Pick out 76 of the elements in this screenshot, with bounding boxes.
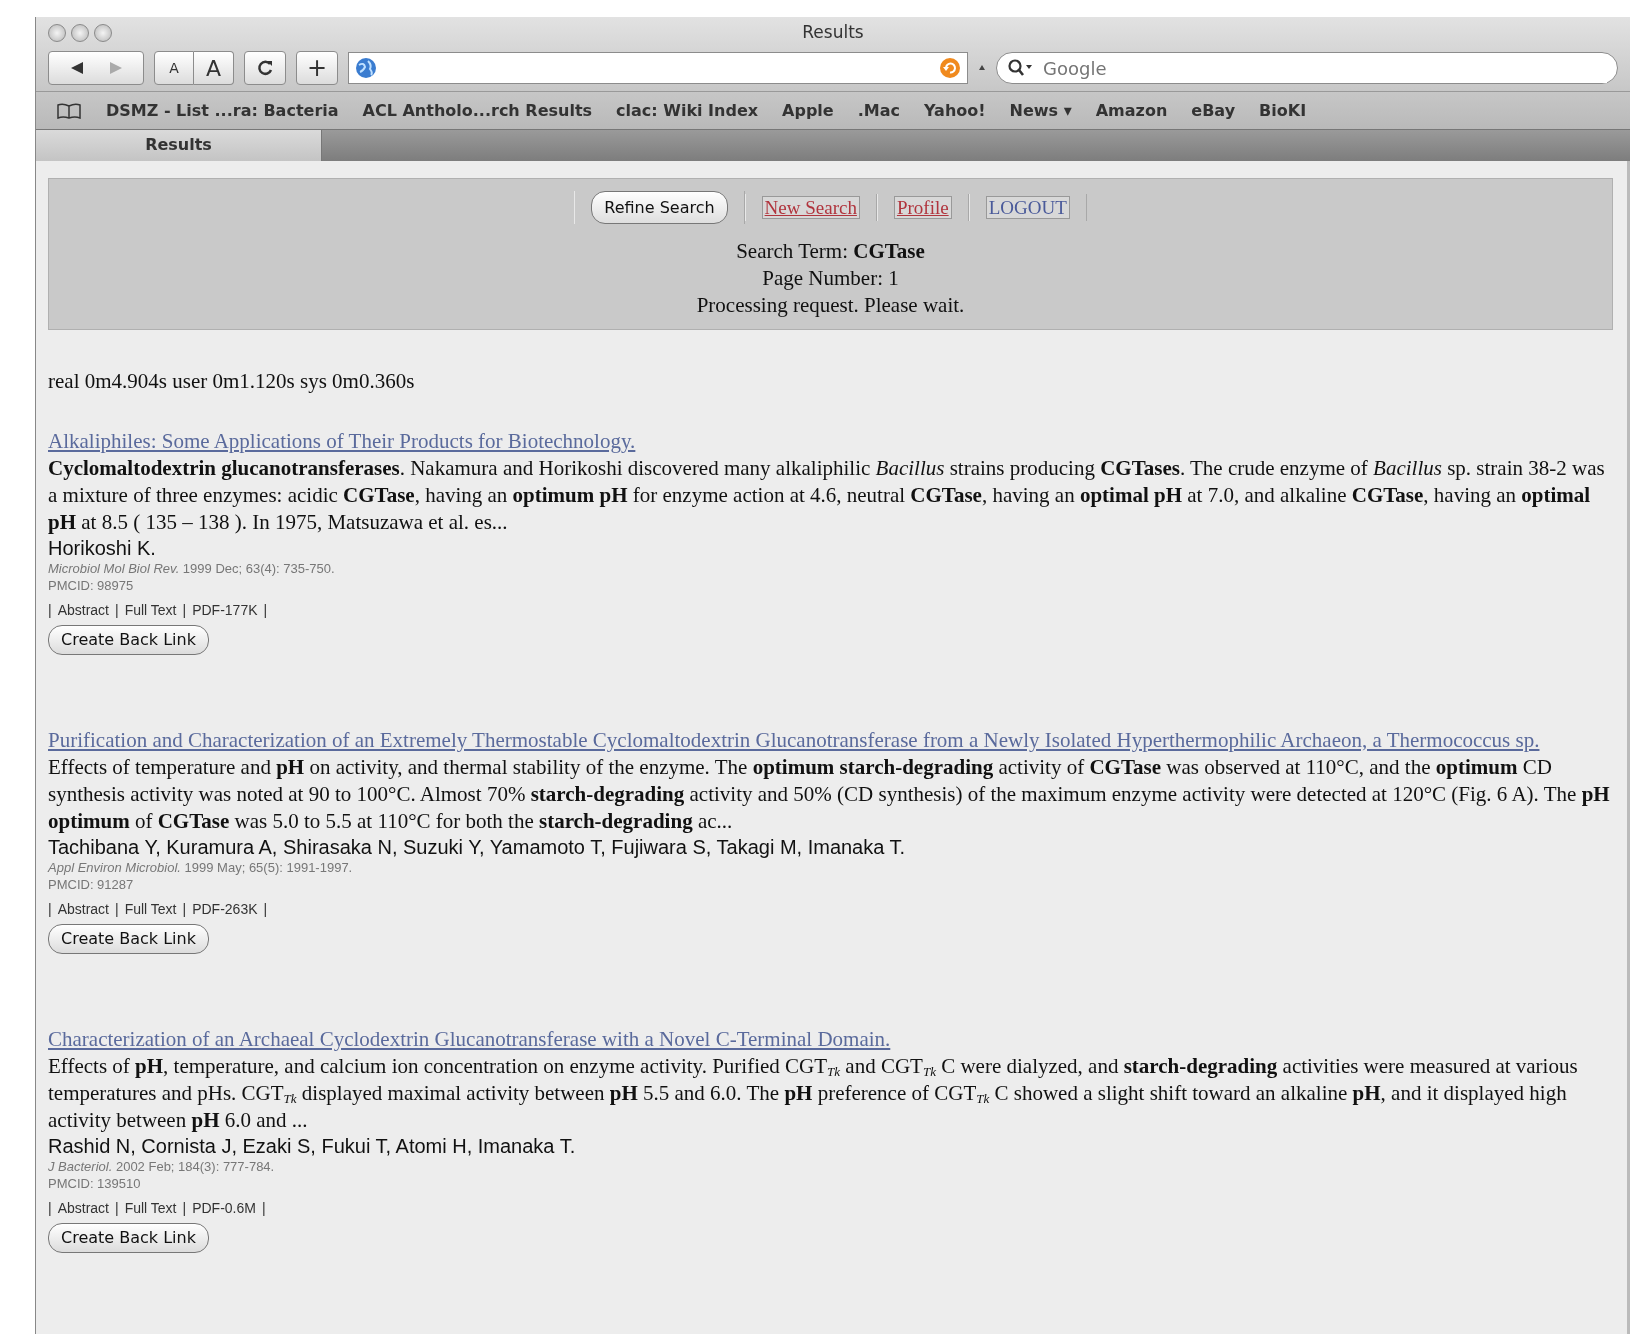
book-icon[interactable] xyxy=(56,101,82,120)
nav-link[interactable]: Profile xyxy=(893,196,952,219)
refine-search-button[interactable]: Refine Search xyxy=(591,191,728,224)
separator-text: | xyxy=(48,899,52,919)
status-text: Page Number: 1 xyxy=(761,265,900,292)
bookmark-item[interactable]: Yahoo! xyxy=(924,98,986,123)
bookmark-item[interactable]: eBay xyxy=(1191,98,1236,123)
result-title-link[interactable]: Alkaliphiles: Some Applications of Their Products for Biotechnology. xyxy=(48,427,1613,455)
result-link[interactable]: PDF-0.6M xyxy=(192,1197,256,1219)
resize-handle-icon[interactable] xyxy=(978,63,986,73)
forward-arrow-icon xyxy=(108,61,123,75)
tab[interactable]: Results xyxy=(36,130,322,161)
logout-link[interactable]: LOGOUT xyxy=(985,196,1070,219)
citation-text: J Bacteriol. 2002 Feb; 184(3): 777-784. xyxy=(48,1157,276,1175)
bookmark-item[interactable]: clac: Wiki Index xyxy=(616,98,759,123)
citation-text: Appl Environ Microbiol. 1999 May; 65(5): 1991-1997. xyxy=(48,858,354,876)
separator-text: | xyxy=(115,600,119,620)
separator-text: | xyxy=(263,899,268,919)
separator-text: | xyxy=(263,600,268,620)
separator-text: | xyxy=(182,600,187,620)
bookmark-item[interactable]: News ▾ xyxy=(1009,98,1072,123)
bookmark-item[interactable]: DSMZ - List ...ra: Bacteria xyxy=(106,98,339,123)
zoom-button[interactable] xyxy=(94,24,112,42)
result-link[interactable]: Full Text xyxy=(124,898,177,920)
search-field[interactable]: Google xyxy=(996,52,1618,84)
authors-text: Rashid N, Cornista J, Ezaki S, Fukui T, Atomi H, Imanaka T. xyxy=(48,1133,577,1158)
result-title-link[interactable]: Characterization of an Archaeal Cyclodextrin Glucanotransferase with a Novel C-Terminal Domain. xyxy=(48,1025,1613,1053)
create-back-link-button[interactable]: Create Back Link xyxy=(48,624,209,655)
status-text: Processing request. Please wait. xyxy=(695,292,966,319)
reload-button[interactable] xyxy=(244,51,286,85)
separator-text: | xyxy=(115,899,119,919)
text-bigger-button[interactable]: A xyxy=(194,51,234,85)
result-link[interactable]: Full Text xyxy=(124,599,177,621)
result-link[interactable]: Full Text xyxy=(124,1197,177,1219)
result-link[interactable]: PDF-177K xyxy=(192,599,258,621)
bookmark-item[interactable]: ACL Antholo...rch Results xyxy=(362,98,593,123)
minimize-button[interactable] xyxy=(71,24,89,42)
result-link[interactable]: Abstract xyxy=(57,1197,109,1219)
create-back-link-button[interactable]: Create Back Link xyxy=(48,1222,209,1253)
text-smaller-button[interactable]: A xyxy=(154,51,194,85)
back-arrow-icon[interactable] xyxy=(69,61,84,75)
abstract-text: Cyclomaltodextrin glucanotransferases. Nakamura and Horikoshi discovered many alkaliphilic Bacillus strains producing CGTases. The crude enzyme of Bacillus sp. strain 38-2 was a mixture of three enzymes: acidic CGTase, having an optimum pH for enzyme action at 4.6, neutral CGTase, having an optimal pH at 7.0, and alkaline CGTase, having an optimal pH at 8.5 ( 135 – 138 ). In 1975, Matsuzawa et al. es... xyxy=(48,454,1606,536)
bookmark-item[interactable]: Amazon xyxy=(1095,98,1168,123)
separator-text: | xyxy=(115,1198,119,1218)
create-back-link-button[interactable]: Create Back Link xyxy=(48,923,209,954)
abstract-text: Effects of temperature and pH on activity, and thermal stability of the enzyme. The optimum starch-degrading activity of CGTase was observed at 110°C, and the optimum CD synthesis activity was noted at 90 to 100°C. Almost 70% starch-degrading activity and 50% (CD synthesis) of the maximum enzyme activity were detected at 120°C (Fig. 6 A). The pH optimum of CGTase was 5.0 to 5.5 at 110°C for both the starch-degrading ac... xyxy=(48,753,1611,835)
result-title-link[interactable]: Purification and Characterization of an Extremely Thermostable Cyclomaltodextrin Glucanotransferase from a Newly Isolated Hyperthermophilic Archaeon, a Thermococcus sp. xyxy=(48,726,1613,754)
address-field[interactable] xyxy=(348,52,968,84)
result-link[interactable]: Abstract xyxy=(57,898,109,920)
pmcid-text: PMCID: 98975 xyxy=(48,576,135,594)
bookmark-item[interactable]: BioKI xyxy=(1259,98,1307,123)
window-title: Results xyxy=(802,21,864,45)
separator-text: | xyxy=(182,1198,187,1218)
abstract-text: Effects of pH, temperature, and calcium ion concentration on enzyme activity. Purified CGT$_{Tk}$ and CGT$_{Tk}$ C were dialyzed, and starch-degrading activities were measured at various temperatures and pHs. CGT$_{Tk}$ displayed maximal activity between pH 5.5 and 6.0. The pH preference of CGT$_{Tk}$ C showed a slight shift toward an alkaline pH, and it displayed high activity between pH 6.0 and ... xyxy=(48,1052,1579,1134)
search-icon[interactable] xyxy=(1007,58,1033,78)
separator-text: | xyxy=(48,1198,52,1218)
nav-link[interactable]: New Search xyxy=(761,196,860,219)
bookmark-item[interactable]: Apple xyxy=(782,98,834,123)
separator-text: | xyxy=(182,899,187,919)
close-button[interactable] xyxy=(48,24,66,42)
authors-text: Horikoshi K. xyxy=(48,535,157,560)
timing-text: real 0m4.904s user 0m1.120s sys 0m0.360s xyxy=(48,368,416,395)
reload-icon xyxy=(256,59,274,77)
back-forward-button[interactable] xyxy=(48,51,144,85)
pmcid-text: PMCID: 139510 xyxy=(48,1174,142,1192)
status-text: Search Term: CGTase xyxy=(735,238,926,265)
authors-text: Tachibana Y, Kuramura A, Shirasaka N, Suzuki Y, Yamamoto T, Fujiwara S, Takagi M, Imanaka T. xyxy=(48,834,907,859)
bookmark-item[interactable]: .Mac xyxy=(857,98,900,123)
separator-text: | xyxy=(48,600,52,620)
result-link[interactable]: PDF-263K xyxy=(192,898,258,920)
result-link[interactable]: Abstract xyxy=(57,599,109,621)
globe-icon xyxy=(355,57,377,79)
citation-text: Microbiol Mol Biol Rev. 1999 Dec; 63(4): 735-750. xyxy=(48,559,336,577)
pmcid-text: PMCID: 91287 xyxy=(48,875,135,893)
add-bookmark-button[interactable]: + xyxy=(296,51,338,85)
separator-text: | xyxy=(261,1198,266,1218)
